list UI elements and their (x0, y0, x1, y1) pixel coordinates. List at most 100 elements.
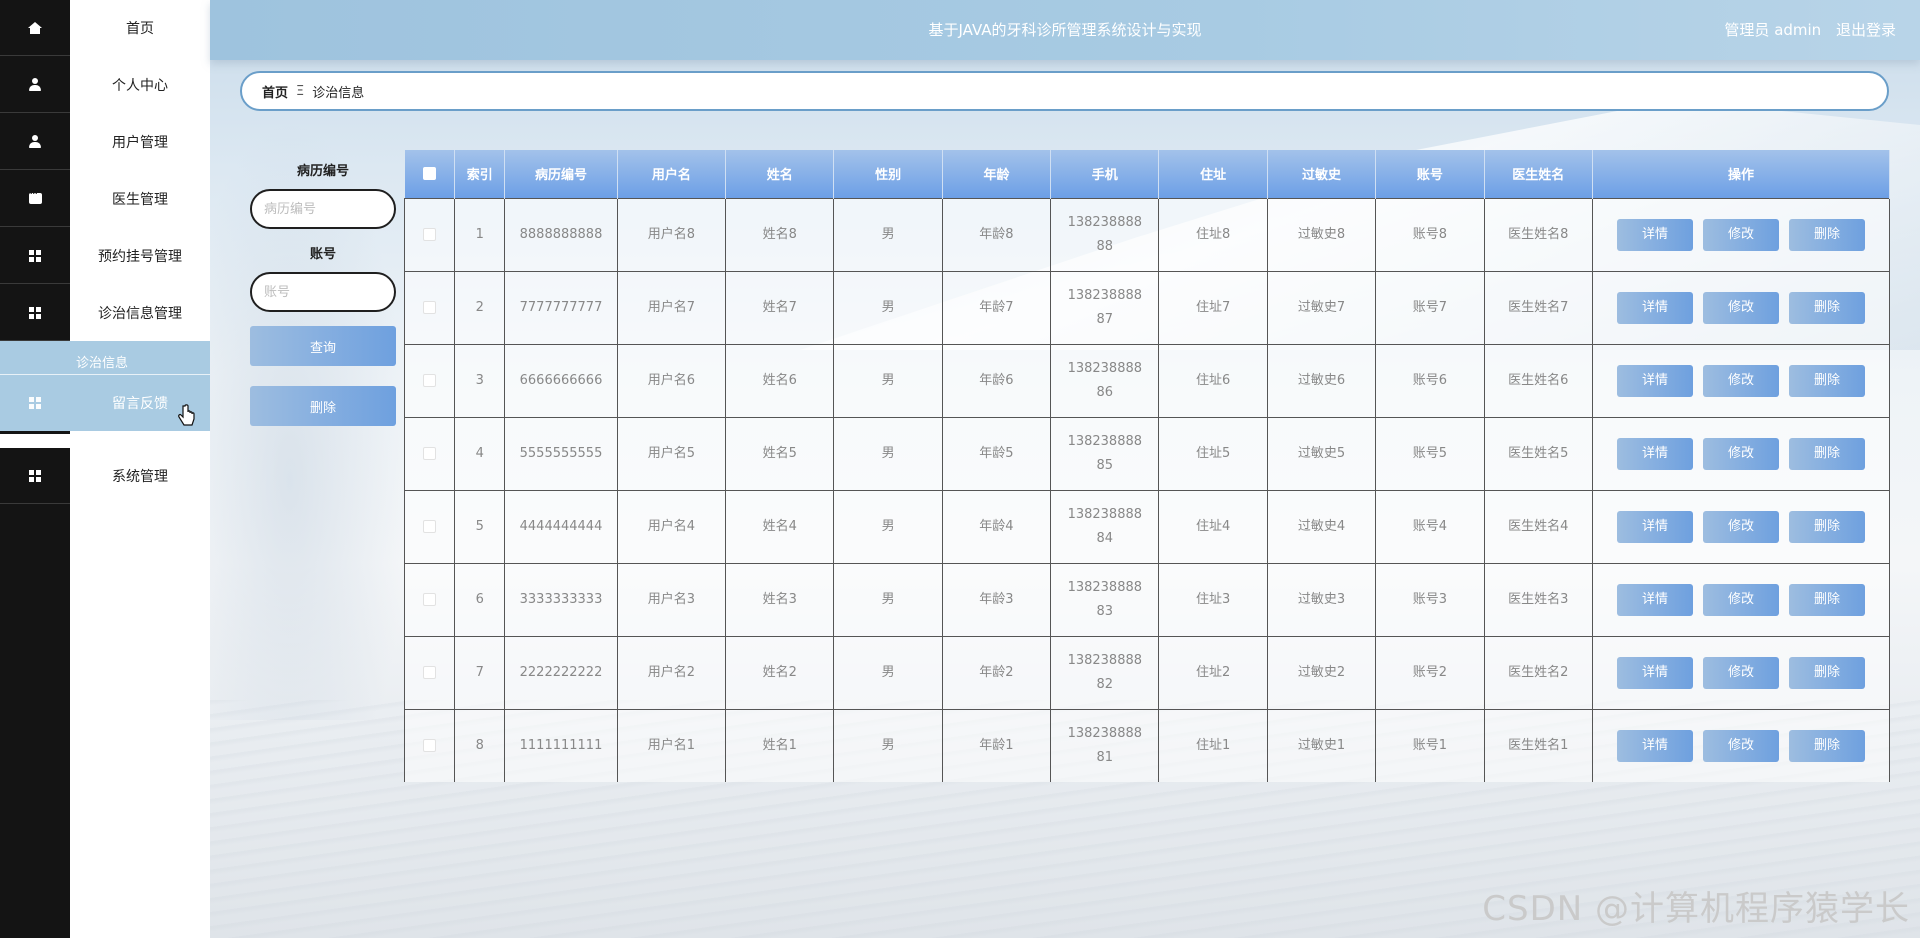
table-body: 1 8888888888 用户名8 姓名8 男年龄8 13823888888 住址8 过敏史8… (404, 197, 1890, 782)
delete-button[interactable]: 删除 (1788, 583, 1865, 616)
cell-record: 7777777777 (504, 270, 618, 345)
edit-button[interactable]: 修改 (1702, 291, 1779, 324)
cell-gender: 男 (833, 562, 943, 637)
edit-button[interactable]: 修改 (1702, 583, 1779, 616)
row-checkbox[interactable] (423, 373, 437, 387)
delete-button[interactable]: 删除 (1788, 218, 1865, 251)
edit-button[interactable]: 修改 (1702, 729, 1779, 762)
logout-link[interactable]: 退出登录 (1836, 21, 1896, 39)
column-header: 医生姓名 (1484, 150, 1593, 198)
cell-address: 住址5 (1158, 416, 1268, 491)
cell-gender: 男 (833, 635, 943, 710)
query-button[interactable]: 查询 (250, 326, 396, 366)
cell-age: 年龄8 (941, 197, 1052, 272)
row-checkbox[interactable] (423, 665, 437, 679)
cell-name: 姓名4 (725, 489, 835, 564)
column-header: 病历编号 (504, 150, 618, 198)
sidebar-item-label: 首页 (126, 21, 154, 37)
row-select-cell[interactable] (404, 343, 456, 418)
sidebar-item-personal-center[interactable]: 个人中心 (0, 57, 210, 113)
column-header: 手机 (1050, 150, 1160, 198)
row-checkbox[interactable] (423, 300, 437, 314)
cell-allergy: 过敏史5 (1266, 416, 1377, 491)
row-select-cell[interactable] (404, 489, 456, 564)
delete-button[interactable]: 删除 (1788, 510, 1865, 543)
delete-button[interactable]: 删除 (1788, 656, 1865, 689)
cell-address: 住址2 (1158, 635, 1268, 710)
row-checkbox[interactable] (423, 738, 437, 752)
chat-icon (28, 187, 42, 204)
edit-button[interactable]: 修改 (1702, 656, 1779, 689)
grid-icon (29, 249, 41, 262)
cell-gender: 男 (833, 708, 943, 782)
row-checkbox[interactable] (423, 446, 437, 460)
detail-button[interactable]: 详情 (1616, 656, 1693, 689)
row-checkbox[interactable] (423, 592, 437, 606)
row-select-cell[interactable] (404, 635, 456, 710)
delete-button[interactable]: 删除 (1788, 291, 1865, 324)
sidebar-item-user-management[interactable]: 用户管理 (0, 114, 210, 170)
record-number-input[interactable] (250, 189, 396, 229)
sidebar-item-appointment-management[interactable]: 预约挂号管理 (0, 228, 210, 284)
edit-button[interactable]: 修改 (1702, 437, 1779, 470)
delete-button[interactable]: 删除 (1788, 729, 1865, 762)
column-header: 用户名 (617, 150, 727, 198)
row-select-cell[interactable] (404, 416, 456, 491)
cell-doctor: 医生姓名2 (1483, 635, 1593, 710)
submenu-diagnosis-info[interactable]: 诊治信息 (0, 341, 210, 375)
detail-button[interactable]: 详情 (1616, 437, 1693, 470)
cell-gender: 男 (833, 416, 943, 491)
header-user-area: 管理员 admin 退出登录 (1714, 0, 1896, 60)
row-select-cell[interactable] (404, 708, 456, 782)
detail-button[interactable]: 详情 (1616, 291, 1693, 324)
edit-button[interactable]: 修改 (1702, 218, 1779, 251)
detail-button[interactable]: 详情 (1616, 583, 1693, 616)
sidebar-item-home[interactable]: 首页 (0, 0, 210, 56)
account-label: 账号 (309, 247, 336, 262)
grid-icon (29, 397, 41, 409)
edit-button[interactable]: 修改 (1702, 364, 1779, 397)
detail-button[interactable]: 详情 (1616, 218, 1693, 251)
hand-cursor-icon (178, 404, 195, 426)
cell-allergy: 过敏史2 (1266, 635, 1377, 710)
account-input[interactable] (250, 272, 396, 312)
table-row: 8 1111111111 用户名1 姓名1 男年龄1 13823888881 住址1 过敏史1… (404, 708, 1890, 782)
cell-index: 2 (454, 270, 506, 345)
cell-phone: 13823888887 (1050, 270, 1160, 345)
sidebar-item-doctor-management[interactable]: 医生管理 (0, 171, 210, 227)
detail-button[interactable]: 详情 (1616, 510, 1693, 543)
cell-index: 8 (454, 708, 506, 782)
cell-address: 住址4 (1158, 489, 1268, 564)
breadcrumb-home[interactable]: 首页 (262, 82, 288, 101)
user-icon (29, 78, 41, 91)
cell-age: 年龄2 (941, 635, 1052, 710)
select-all-header[interactable] (404, 150, 456, 198)
row-select-cell[interactable] (404, 270, 456, 345)
row-checkbox[interactable] (423, 227, 437, 241)
detail-button[interactable]: 详情 (1616, 364, 1693, 397)
cell-name: 姓名6 (725, 343, 835, 418)
cell-phone: 13823888885 (1050, 416, 1160, 491)
row-checkbox[interactable] (423, 519, 437, 533)
cell-name: 姓名3 (725, 562, 835, 637)
cell-allergy: 过敏史8 (1266, 197, 1377, 272)
cell-account: 账号7 (1375, 270, 1485, 345)
batch-delete-button[interactable]: 删除 (250, 386, 396, 426)
delete-button[interactable]: 删除 (1788, 364, 1865, 397)
cell-record: 5555555555 (504, 416, 618, 491)
cell-username: 用户名1 (616, 708, 727, 782)
row-select-cell[interactable] (404, 197, 456, 272)
select-all-checkbox[interactable] (422, 167, 436, 181)
cell-account: 账号1 (1375, 708, 1485, 782)
detail-button[interactable]: 详情 (1616, 729, 1693, 762)
cell-index: 6 (454, 562, 506, 637)
sidebar-item-system-management[interactable]: 系统管理 (0, 448, 210, 504)
user-icon (29, 135, 41, 148)
edit-button[interactable]: 修改 (1702, 510, 1779, 543)
delete-button[interactable]: 删除 (1788, 437, 1865, 470)
sidebar-item-diagnosis-management[interactable]: 诊治信息管理 (0, 285, 210, 341)
row-select-cell[interactable] (404, 562, 456, 637)
row-actions: 详情 修改 删除 (1591, 343, 1890, 418)
cell-age: 年龄6 (941, 343, 1052, 418)
cell-username: 用户名5 (616, 416, 727, 491)
